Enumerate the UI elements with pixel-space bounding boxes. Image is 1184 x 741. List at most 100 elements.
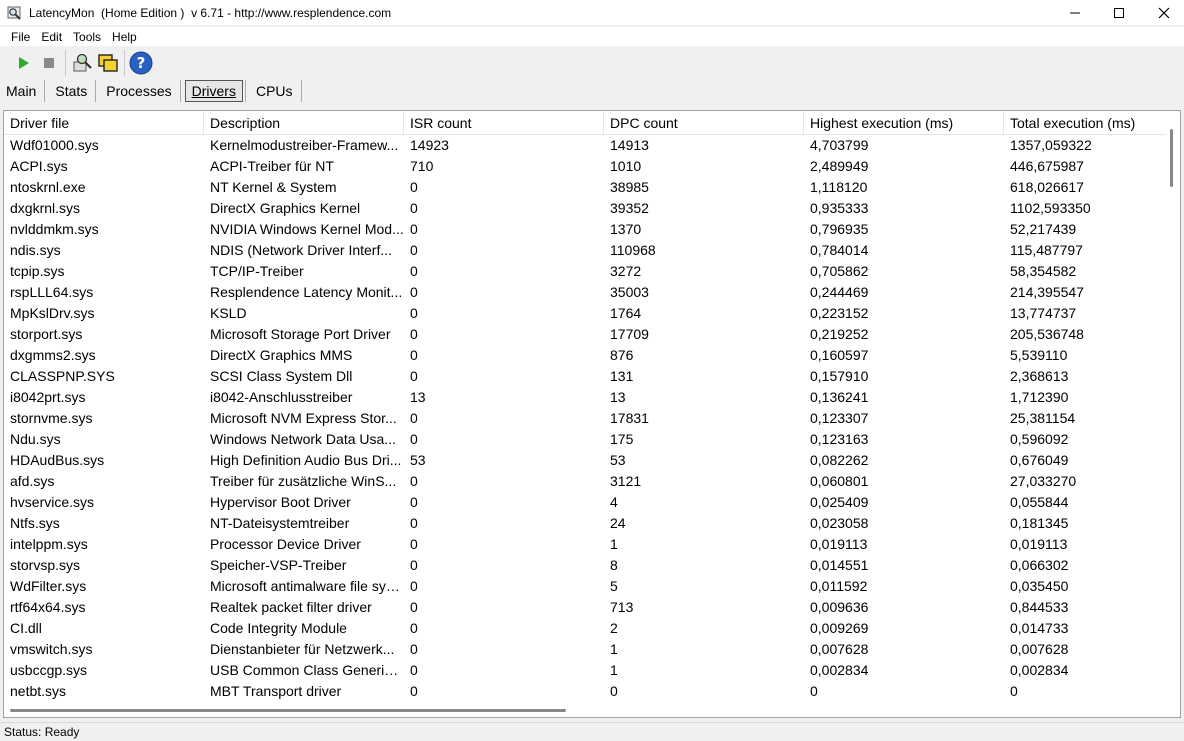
horizontal-scrollbar[interactable] [4,704,1166,717]
tab-separator [300,80,302,102]
menu-file[interactable]: File [11,30,30,44]
table-row[interactable]: Wdf01000.sys Kernelmodustreiber-Framew...… [4,135,1166,156]
menu-help[interactable]: Help [112,30,137,44]
table-row[interactable]: MpKslDrv.sys KSLD 0 1764 0,223152 13,774737 [4,303,1166,324]
table-row[interactable]: rtf64x64.sys Realtek packet filter driver… [4,597,1166,618]
table-row[interactable]: Ndu.sys Windows Network Data Usa... 0 175 0,… [4,429,1166,450]
table-cell: USB Common Class Generic ... [210,662,404,678]
windows-button[interactable] [95,50,121,76]
table-row[interactable]: ndis.sys NDIS (Network Driver Interf... 0 1… [4,240,1166,261]
magnifier-icon [7,5,23,21]
help-button[interactable]: ? [128,50,154,76]
table-cell: 13 [410,389,426,405]
table-cell: Microsoft NVM Express Stor... [210,410,397,426]
menu-tools[interactable]: Tools [73,30,101,44]
start-button[interactable] [10,50,36,76]
table-row[interactable]: HDAudBus.sys High Definition Audio Bus Dr… [4,450,1166,471]
table-row[interactable]: Ntfs.sys NT-Dateisystemtreiber 0 24 0,023058… [4,513,1166,534]
table-cell: 0 [410,263,418,279]
table-cell: Processor Device Driver [210,536,361,552]
table-cell: 0,009636 [810,599,869,615]
table-row[interactable]: ACPI.sys ACPI-Treiber für NT 710 1010 2,4899… [4,156,1166,177]
table-cell: 0,002834 [1010,662,1069,678]
menu-bar: File Edit Tools Help [0,27,1184,46]
table-row[interactable]: netbt.sys MBT Transport driver 0 0 0 0 [4,681,1166,702]
close-button[interactable] [1141,0,1184,25]
drivers-table[interactable]: Driver file Description ISR count DPC co… [3,110,1181,718]
stop-button[interactable] [36,50,62,76]
table-cell: 0,014733 [1010,620,1069,636]
table-cell: 0,014551 [810,557,869,573]
vertical-scrollbar[interactable] [1165,111,1180,717]
toolbar: ? [0,48,1184,78]
table-cell: 0 [410,662,418,678]
table-row[interactable]: CLASSPNP.SYS SCSI Class System Dll 0 131 0,1… [4,366,1166,387]
table-row[interactable]: hvservice.sys Hypervisor Boot Driver 0 4 0,0… [4,492,1166,513]
table-row[interactable]: WdFilter.sys Microsoft antimalware file s… [4,576,1166,597]
table-cell: 1,712390 [1010,389,1069,405]
table-row[interactable]: afd.sys Treiber für zusätzliche WinS... 0 3… [4,471,1166,492]
table-cell: 1,118120 [810,179,868,195]
table-cell: 0,784014 [810,242,869,258]
table-row[interactable]: dxgkrnl.sys DirectX Graphics Kernel 0 39352… [4,198,1166,219]
column-header-description[interactable]: Description [204,111,404,135]
table-row[interactable]: i8042prt.sys i8042-Anschlusstreiber 13 13 0,… [4,387,1166,408]
maximize-button[interactable] [1096,0,1142,25]
table-cell: Ntfs.sys [10,515,60,531]
column-header-total-execution[interactable]: Total execution (ms) [1004,111,1166,135]
horizontal-scroll-thumb[interactable] [10,709,566,712]
column-header-dpc-count[interactable]: DPC count [604,111,804,135]
table-row[interactable]: CI.dll Code Integrity Module 0 2 0,009269 0,0… [4,618,1166,639]
play-icon [19,57,29,69]
table-cell: 131 [610,368,634,384]
table-cell: CI.dll [10,620,42,636]
minimize-button[interactable] [1052,0,1098,25]
table-row[interactable]: usbccgp.sys USB Common Class Generic ... 0… [4,660,1166,681]
vertical-scroll-thumb[interactable] [1170,129,1173,187]
tab-cpus[interactable]: CPUs [250,80,299,102]
table-cell: 0 [410,347,418,363]
table-row[interactable]: tcpip.sys TCP/IP-Treiber 0 3272 0,705862 58,3… [4,261,1166,282]
table-row[interactable]: intelppm.sys Processor Device Driver 0 1 0,0… [4,534,1166,555]
table-cell: 0 [410,557,418,573]
column-header-highest-execution[interactable]: Highest execution (ms) [804,111,1004,135]
table-cell: 0,796935 [810,221,869,237]
tab-separator [244,80,246,102]
tab-drivers[interactable]: Drivers [184,80,243,102]
monitor-button[interactable] [69,50,95,76]
table-row[interactable]: storvsp.sys Speicher-VSP-Treiber 0 8 0,01455… [4,555,1166,576]
stop-icon [44,58,54,68]
table-cell: storport.sys [10,326,83,342]
menu-edit[interactable]: Edit [41,30,62,44]
table-cell: 1010 [610,158,642,174]
table-cell: MBT Transport driver [210,683,342,699]
table-cell: 0 [610,683,618,699]
tab-processes[interactable]: Processes [100,80,177,102]
table-cell: 1 [610,662,618,678]
table-row[interactable]: rspLLL64.sys Resplendence Latency Monit..… [4,282,1166,303]
tab-main[interactable]: Main [0,80,42,102]
table-cell: Resplendence Latency Monit... [210,284,403,300]
table-cell: 0 [410,536,418,552]
table-row[interactable]: vmswitch.sys Dienstanbieter für Netzwerk.… [4,639,1166,660]
table-cell: intelppm.sys [10,536,88,552]
table-cell: 1 [610,536,618,552]
table-cell: 0,055844 [1010,494,1069,510]
table-row[interactable]: nvlddmkm.sys NVIDIA Windows Kernel Mod...… [4,219,1166,240]
table-cell: 53 [410,452,426,468]
table-cell: 175 [610,431,634,447]
table-row[interactable]: storport.sys Microsoft Storage Port Drive… [4,324,1166,345]
table-row[interactable]: dxgmms2.sys DirectX Graphics MMS 0 876 0,160… [4,345,1166,366]
table-cell: 0 [410,473,418,489]
tab-stats[interactable]: Stats [49,80,93,102]
table-row[interactable]: stornvme.sys Microsoft NVM Express Stor..… [4,408,1166,429]
table-cell: 17831 [610,410,649,426]
table-cell: 0,007628 [1010,641,1069,657]
table-cell: Realtek packet filter driver [210,599,372,615]
table-row[interactable]: ntoskrnl.exe NT Kernel & System 0 38985 1,11… [4,177,1166,198]
table-cell: 0,181345 [1010,515,1069,531]
table-cell: 0 [410,242,418,258]
column-header-driver-file[interactable]: Driver file [4,111,204,135]
column-header-isr-count[interactable]: ISR count [404,111,604,135]
table-cell: 214,395547 [1010,284,1084,300]
